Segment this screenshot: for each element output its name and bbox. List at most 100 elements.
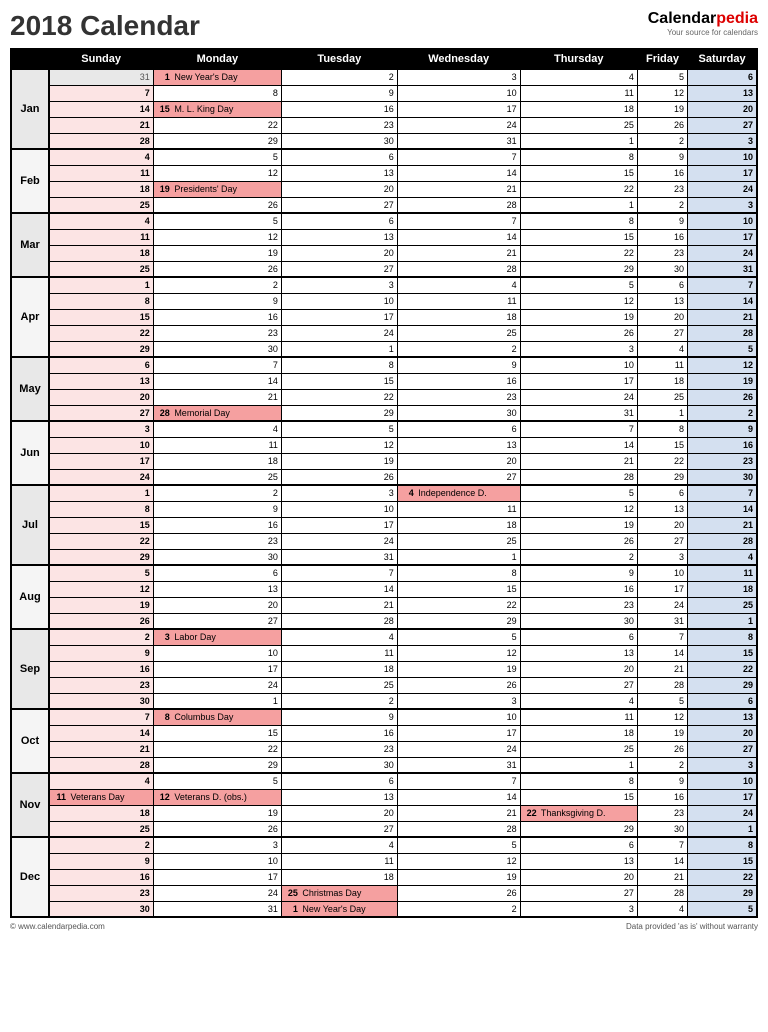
- day-cell: 3: [637, 549, 687, 565]
- day-cell: 13: [637, 293, 687, 309]
- day-cell: 5: [688, 341, 757, 357]
- day-cell: 8: [281, 357, 397, 373]
- day-cell: 23: [688, 453, 757, 469]
- day-header: Tuesday: [281, 49, 397, 69]
- day-cell: 12: [153, 229, 281, 245]
- day-cell: 17: [397, 101, 520, 117]
- day-cell: 15: [397, 581, 520, 597]
- week-row: Jun3456789: [11, 421, 757, 437]
- day-cell: 27: [153, 613, 281, 629]
- day-cell: 3: [520, 901, 637, 917]
- day-cell: 24: [49, 469, 153, 485]
- day-cell: 16: [153, 517, 281, 533]
- day-cell: 29: [688, 677, 757, 693]
- week-row: 11 Veterans Day12 Veterans D. (obs.)1314…: [11, 789, 757, 805]
- day-cell: 30: [49, 901, 153, 917]
- day-cell: 30: [153, 549, 281, 565]
- day-cell: 1: [688, 613, 757, 629]
- day-cell: 17: [637, 581, 687, 597]
- day-cell: 20: [637, 309, 687, 325]
- day-cell: 27: [688, 117, 757, 133]
- day-cell: 28: [637, 885, 687, 901]
- day-cell: 1: [637, 405, 687, 421]
- day-cell: 10: [153, 853, 281, 869]
- week-row: May6789101112: [11, 357, 757, 373]
- day-cell: 31: [153, 901, 281, 917]
- day-cell: 22: [397, 597, 520, 613]
- day-cell: 3: [688, 133, 757, 149]
- day-cell: 25: [397, 325, 520, 341]
- day-cell: 21: [637, 661, 687, 677]
- day-cell: 14: [637, 645, 687, 661]
- day-cell: 15 M. L. King Day: [153, 101, 281, 117]
- day-cell: 2: [637, 197, 687, 213]
- day-cell: 6: [520, 629, 637, 645]
- day-cell: 25: [520, 117, 637, 133]
- day-cell: 11: [153, 437, 281, 453]
- day-cell: 17: [397, 725, 520, 741]
- day-cell: 4: [637, 341, 687, 357]
- day-cell: 30: [49, 693, 153, 709]
- day-cell: 25: [49, 197, 153, 213]
- day-cell: 10: [688, 149, 757, 165]
- day-cell: 20: [281, 245, 397, 261]
- day-cell: 22: [153, 117, 281, 133]
- day-cell: 3: [397, 69, 520, 85]
- day-cell: 21: [520, 453, 637, 469]
- week-row: Jan311 New Year's Day23456: [11, 69, 757, 85]
- day-cell: 23: [153, 533, 281, 549]
- day-cell: 24: [397, 117, 520, 133]
- day-cell: 27: [637, 325, 687, 341]
- day-cell: 22: [281, 389, 397, 405]
- day-cell: 18: [637, 373, 687, 389]
- day-cell: 8: [688, 837, 757, 853]
- day-cell: 3: [49, 421, 153, 437]
- week-row: Apr1234567: [11, 277, 757, 293]
- day-cell: 11: [281, 645, 397, 661]
- day-cell: 26: [153, 261, 281, 277]
- day-cell: 28: [281, 613, 397, 629]
- week-row: Dec2345678: [11, 837, 757, 853]
- calendar-table: SundayMondayTuesdayWednesdayThursdayFrid…: [10, 48, 758, 918]
- day-cell: 16: [153, 309, 281, 325]
- day-cell: 10: [153, 645, 281, 661]
- day-cell: 5: [520, 277, 637, 293]
- day-cell: 25: [397, 533, 520, 549]
- week-row: 15161718192021: [11, 517, 757, 533]
- day-cell: 1: [520, 197, 637, 213]
- week-row: 23242526272829: [11, 677, 757, 693]
- week-row: 30311 New Year's Day2345: [11, 901, 757, 917]
- day-cell: 19: [281, 453, 397, 469]
- day-cell: 12: [397, 645, 520, 661]
- day-cell: 6: [281, 149, 397, 165]
- day-cell: 22: [637, 453, 687, 469]
- week-row: 1415 M. L. King Day1617181920: [11, 101, 757, 117]
- day-cell: 31: [520, 405, 637, 421]
- day-cell: 10: [281, 501, 397, 517]
- day-cell: 21: [397, 245, 520, 261]
- week-row: 17181920212223: [11, 453, 757, 469]
- week-row: Aug567891011: [11, 565, 757, 581]
- day-cell: 5: [397, 837, 520, 853]
- day-cell: 6: [49, 357, 153, 373]
- day-cell: 27: [281, 261, 397, 277]
- day-cell: 8: [520, 149, 637, 165]
- week-row: 21222324252627: [11, 117, 757, 133]
- day-cell: 29: [688, 885, 757, 901]
- day-cell: 20: [688, 725, 757, 741]
- day-cell: 17: [688, 165, 757, 181]
- day-cell: 16: [637, 165, 687, 181]
- day-cell: 31: [688, 261, 757, 277]
- day-cell: 7: [281, 565, 397, 581]
- day-cell: 12 Veterans D. (obs.): [153, 789, 281, 805]
- week-row: 19202122232425: [11, 597, 757, 613]
- day-cell: 25: [281, 677, 397, 693]
- day-cell: 19: [637, 101, 687, 117]
- day-cell: 7: [688, 485, 757, 501]
- day-cell: 12: [520, 501, 637, 517]
- day-cell: 3: [520, 341, 637, 357]
- week-row: 9101112131415: [11, 853, 757, 869]
- day-cell: 2: [153, 277, 281, 293]
- week-row: 22232425262728: [11, 533, 757, 549]
- day-cell: 8: [688, 629, 757, 645]
